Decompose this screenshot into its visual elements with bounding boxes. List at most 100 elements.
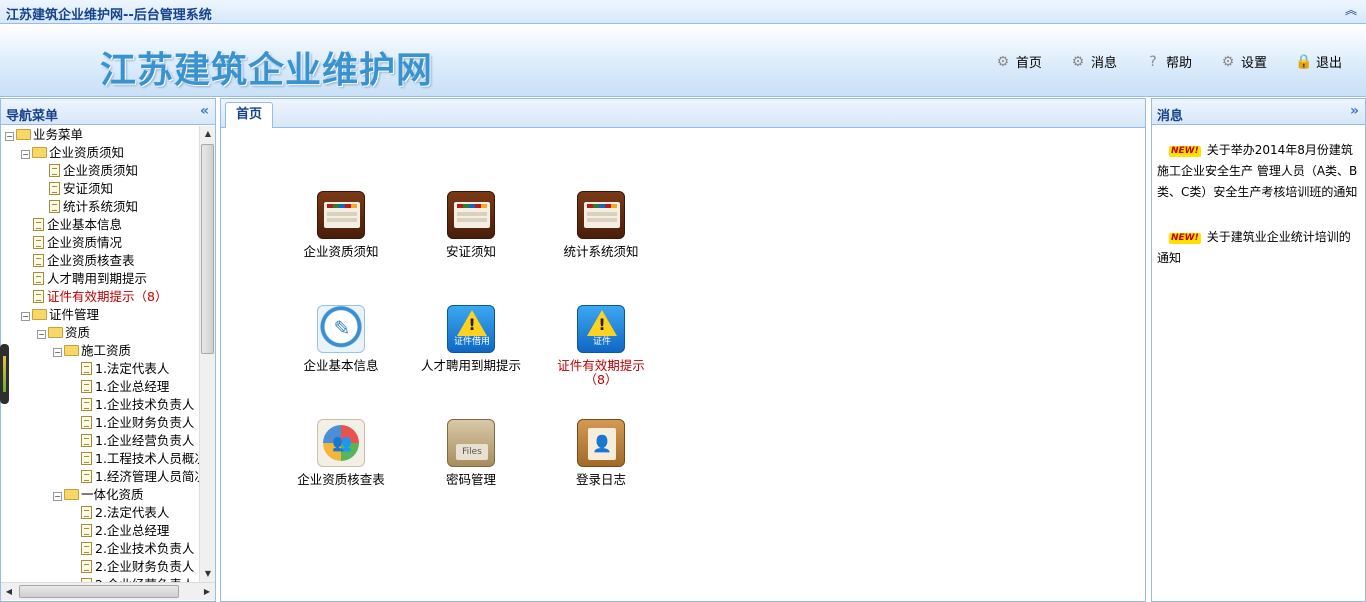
tree-leaf-node[interactable]: 1.经济管理人员简况 (81, 468, 199, 486)
shortcut-label: 密码管理 (445, 472, 496, 487)
navigation-panel-header: 导航菜单 « (1, 99, 215, 125)
tree-leaf-node[interactable]: 2.企业财务负责人 (81, 558, 194, 576)
tree-leaf-node[interactable]: 2.企业技术负责人 (81, 540, 194, 558)
shortcut-tile[interactable]: 安证须知 (416, 191, 526, 259)
tree-folder-node[interactable]: − 施工资质 (53, 342, 131, 360)
document-icon (49, 200, 60, 213)
gear-icon: ⚙ (996, 53, 1010, 70)
tree-node-label: 1.经济管理人员简况 (95, 469, 199, 484)
message-item[interactable]: NEW! 关于举办2014年8月份建筑施工企业安全生产 管理人员（A类、B类、C类… (1157, 140, 1359, 203)
tree-folder-node[interactable]: − 企业资质须知 (21, 144, 124, 162)
tree-node-label: 证件有效期提示（8） (47, 289, 168, 304)
contact-icon (577, 419, 625, 467)
tree-node-label: 2.企业技术负责人 (95, 541, 195, 556)
topnav-messages-label: 消息 (1090, 56, 1117, 71)
document-icon (81, 470, 92, 483)
tree-leaf-node[interactable]: 统计系统须知 (49, 198, 138, 216)
shortcut-tile[interactable]: 登录日志 (546, 419, 656, 487)
tree-expander-icon[interactable]: − (37, 330, 46, 339)
document-icon (81, 542, 92, 555)
shortcut-label: 安证须知 (445, 244, 496, 259)
tree-node-label: 企业资质须知 (63, 163, 139, 178)
topnav-messages[interactable]: ⚙ 消息 (1070, 52, 1117, 72)
tree-node-label: 一体化资质 (81, 487, 144, 502)
tree-expander-icon[interactable]: − (5, 132, 14, 141)
main-content-panel: 首页 企业资质须知安证须知统计系统须知企业基本信息!证件借用人才聘用到期提示!证… (220, 98, 1146, 602)
tab-home[interactable]: 首页 (225, 102, 274, 128)
topnav-home[interactable]: ⚙ 首页 (995, 52, 1042, 72)
icon-badge-text: 证件借用 (453, 337, 490, 347)
tree-leaf-node[interactable]: 企业基本信息 (33, 216, 122, 234)
topnav-home-label: 首页 (1015, 56, 1042, 71)
new-badge-icon: NEW! (1169, 146, 1201, 157)
tree-node-label: 1.企业经营负责人 (95, 433, 195, 448)
gear-icon: ⚙ (1221, 53, 1235, 70)
tree-expander-icon[interactable]: − (53, 492, 62, 501)
tree-leaf-node[interactable]: 1.工程技术人员概况 (81, 450, 199, 468)
folder-icon (32, 147, 47, 158)
title-bar: 江苏建筑企业维护网--后台管理系统 ︽ (0, 0, 1366, 24)
tree-expander-icon[interactable]: − (53, 348, 62, 357)
shortcut-tile[interactable]: 企业资质核查表 (286, 419, 396, 487)
scroll-down-arrow-icon[interactable]: ▼ (200, 566, 216, 582)
scrollbar-thumb[interactable] (19, 585, 179, 598)
scroll-right-arrow-icon[interactable]: ▶ (199, 583, 215, 601)
shortcut-label: 登录日志 (575, 472, 626, 487)
tree-node-label: 资质 (65, 325, 91, 340)
shortcut-tile[interactable]: 企业资质须知 (286, 191, 396, 259)
messages-panel-title: 消息 (1157, 109, 1184, 124)
tree-leaf-node[interactable]: 1.法定代表人 (81, 360, 169, 378)
shortcut-label: 统计系统须知 (563, 244, 639, 259)
shortcut-tile[interactable]: 企业基本信息 (286, 305, 396, 373)
tree-leaf-node[interactable]: 安证须知 (49, 180, 113, 198)
tree-node-label: 人才聘用到期提示 (47, 271, 148, 286)
tree-folder-node[interactable]: − 业务菜单 (5, 126, 83, 144)
side-handle[interactable] (0, 344, 9, 404)
tree-leaf-node[interactable]: 人才聘用到期提示 (33, 270, 147, 288)
topnav-settings-label: 设置 (1240, 56, 1267, 71)
topnav-logout[interactable]: 🔒 退出 (1295, 52, 1342, 72)
message-item[interactable]: NEW! 关于建筑业企业统计培训的通知 (1157, 227, 1359, 269)
shortcut-tile[interactable]: ! 证件借用 人才聘用到期提示 (416, 305, 526, 373)
tree-node-label: 1.企业技术负责人 (95, 397, 195, 412)
folder-icon (64, 489, 79, 500)
tree-leaf-node[interactable]: 1.企业经营负责人 (81, 432, 194, 450)
icon-badge-text: 证件 (592, 337, 611, 347)
tree-expander-icon[interactable]: − (21, 312, 30, 321)
shortcut-tile[interactable]: ! 证件 证件有效期提示（8） (546, 305, 656, 387)
scrollbar-thumb[interactable] (201, 144, 214, 354)
tree-node-label: 1.法定代表人 (95, 361, 170, 376)
tree-leaf-node[interactable]: 2.企业总经理 (81, 522, 169, 540)
shortcut-tile[interactable]: 密码管理 (416, 419, 526, 487)
scroll-left-arrow-icon[interactable]: ◀ (1, 583, 17, 601)
tree-node-label: 证件管理 (49, 307, 100, 322)
tree-leaf-node[interactable]: 1.企业财务负责人 (81, 414, 194, 432)
tree-horizontal-scrollbar[interactable]: ◀ ▶ (1, 582, 215, 600)
tree-expander-icon[interactable]: − (21, 150, 30, 159)
tree-leaf-node[interactable]: 1.企业总经理 (81, 378, 169, 396)
topnav-settings[interactable]: ⚙ 设置 (1220, 52, 1267, 72)
tree-leaf-node[interactable]: 企业资质情况 (33, 234, 122, 252)
topnav-help[interactable]: ? 帮助 (1145, 52, 1192, 72)
tree-leaf-node[interactable]: 证件有效期提示（8） (33, 288, 167, 306)
new-badge-icon: NEW! (1169, 233, 1201, 244)
document-icon (81, 506, 92, 519)
shortcut-tile[interactable]: 统计系统须知 (546, 191, 656, 259)
tree-vertical-scrollbar[interactable]: ▲ ▼ (199, 126, 215, 582)
tree-leaf-node[interactable]: 1.企业技术负责人 (81, 396, 194, 414)
collapse-left-icon[interactable]: « (200, 103, 209, 119)
collapse-up-icon[interactable]: ︽ (1344, 3, 1358, 17)
shortcut-label: 证件有效期提示（8） (557, 358, 645, 387)
document-icon (81, 452, 92, 465)
collapse-right-icon[interactable]: » (1350, 103, 1359, 119)
scroll-up-arrow-icon[interactable]: ▲ (200, 126, 216, 142)
tree-node-label: 业务菜单 (33, 127, 84, 142)
tree-leaf-node[interactable]: 企业资质核查表 (33, 252, 135, 270)
tree-folder-node[interactable]: − 一体化资质 (53, 486, 144, 504)
tree-leaf-node[interactable]: 2.法定代表人 (81, 504, 169, 522)
tree-folder-node[interactable]: − 证件管理 (21, 306, 99, 324)
tree-folder-node[interactable]: − 资质 (37, 324, 90, 342)
tree-leaf-node[interactable]: 企业资质须知 (49, 162, 138, 180)
shortcut-label: 企业基本信息 (303, 358, 379, 373)
folder-icon (64, 345, 79, 356)
